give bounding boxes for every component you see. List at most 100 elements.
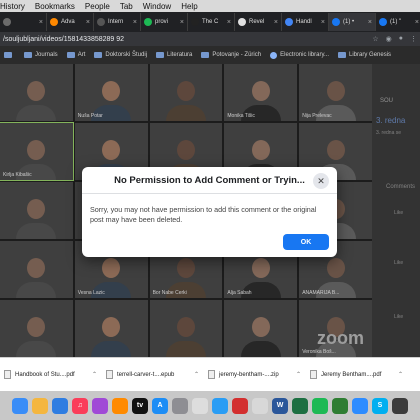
zoom-icon[interactable]: [352, 397, 368, 414]
tab-favicon-icon: [238, 18, 246, 26]
tab-close-icon[interactable]: ×: [368, 19, 372, 26]
acrobat-icon[interactable]: [232, 397, 248, 414]
url-text[interactable]: /souljubljani/videos/1581433858289 92: [3, 36, 124, 43]
tab-label: Revel: [249, 19, 265, 25]
skype-icon[interactable]: S: [372, 397, 388, 414]
tab-favicon-icon: [285, 18, 293, 26]
profile-icon[interactable]: ●: [399, 35, 403, 43]
browser-tab[interactable]: The C ×: [188, 13, 235, 31]
podcasts-icon[interactable]: [92, 397, 108, 414]
tab-label: Intern: [108, 19, 124, 25]
bookmark-item[interactable]: [4, 52, 15, 58]
terminal-icon[interactable]: [252, 397, 268, 414]
tab-close-icon[interactable]: ×: [321, 19, 325, 26]
close-icon: ✕: [317, 175, 325, 186]
chevron-up-icon[interactable]: ⌃: [296, 371, 304, 378]
tv-icon[interactable]: tv: [132, 397, 148, 414]
appstore-icon[interactable]: A: [152, 397, 168, 414]
tab-close-icon[interactable]: ×: [180, 19, 184, 26]
dialog-title: No Permission to Add Comment or Tryin...: [82, 167, 337, 194]
dialog-message: Sorry, you may not have permission to ad…: [90, 205, 317, 224]
bookmark-item[interactable]: Potovanje - Zürich: [201, 52, 261, 58]
download-filename: Jeremy Bentham....pdf: [321, 371, 382, 378]
browser-tab[interactable]: Adva ×: [47, 13, 94, 31]
address-bar-actions: ☆ ◉ ● ⋮: [372, 35, 420, 43]
menu-history[interactable]: History: [0, 2, 25, 11]
bookmark-label: Doktorski Študij: [105, 52, 148, 58]
menu-bar: History Bookmarks People Tab Window Help: [0, 0, 420, 12]
music-icon[interactable]: ♫: [72, 397, 88, 414]
menu-people[interactable]: People: [85, 2, 110, 11]
bookmark-label: Potovanje - Zürich: [212, 52, 262, 58]
settings-icon[interactable]: [172, 397, 188, 414]
downloads-bar: Handbook of Stu....pdf ⌃ terrell-carver-t.…: [0, 357, 420, 391]
books-icon[interactable]: [112, 397, 128, 414]
folder-icon: [66, 52, 75, 58]
chevron-up-icon[interactable]: ⌃: [194, 371, 202, 378]
tab-close-icon[interactable]: ×: [39, 19, 43, 26]
safari-icon[interactable]: [212, 397, 228, 414]
tab-close-icon[interactable]: ×: [227, 19, 231, 26]
bookmarks-bar: Journals Art Doktorski Študij Literatura Pot…: [0, 46, 420, 64]
tab-favicon-icon: [50, 18, 58, 26]
folder-icon: [156, 52, 165, 58]
tab-label: The C: [202, 19, 219, 25]
tab-label: provi: [155, 19, 169, 25]
extension-icon[interactable]: ◉: [386, 35, 392, 43]
file-icon: [310, 370, 317, 379]
bitdefender-icon[interactable]: [392, 397, 408, 414]
word-icon[interactable]: W: [272, 397, 288, 414]
tab-label: Adva: [61, 19, 75, 25]
bookmark-label: Literatura: [167, 52, 193, 58]
menu-window[interactable]: Window: [143, 2, 171, 11]
mail-icon[interactable]: [52, 397, 68, 414]
menu-tab[interactable]: Tab: [120, 2, 133, 11]
menu-bookmarks[interactable]: Bookmarks: [35, 2, 75, 11]
tab-close-icon[interactable]: ×: [86, 19, 90, 26]
download-item[interactable]: jeremy-bentham-....zip ⌃: [208, 370, 304, 379]
download-item[interactable]: Jeremy Bentham....pdf ⌃: [310, 370, 406, 379]
tab-close-icon[interactable]: ×: [133, 19, 137, 26]
tab-close-icon[interactable]: ×: [274, 19, 278, 26]
chevron-up-icon[interactable]: ⌃: [92, 371, 100, 378]
tab-favicon-icon: [191, 18, 199, 26]
finder-icon[interactable]: [12, 397, 28, 414]
spotify-icon[interactable]: [312, 397, 328, 414]
browser-tab[interactable]: (1) " ×: [376, 13, 420, 31]
download-filename: terrell-carver-t....epub: [117, 371, 175, 378]
bookmark-item[interactable]: Journals: [24, 52, 58, 58]
folder-icon: [338, 52, 347, 58]
tab-close-icon[interactable]: ×: [415, 19, 419, 26]
browser-tab[interactable]: Intern ×: [94, 13, 141, 31]
download-item[interactable]: Handbook of Stu....pdf ⌃: [4, 370, 100, 379]
download-filename: jeremy-bentham-....zip: [219, 371, 279, 378]
site-icon: [270, 51, 278, 59]
tab-favicon-icon: [97, 18, 105, 26]
download-item[interactable]: terrell-carver-t....epub ⌃: [106, 370, 202, 379]
tab-favicon-icon: [332, 18, 340, 26]
bookmark-item[interactable]: Library Genesis: [338, 52, 391, 58]
bookmark-item[interactable]: Doktorski Študij: [94, 52, 147, 58]
ok-button[interactable]: OK: [283, 234, 329, 250]
chrome-icon[interactable]: [192, 397, 208, 414]
browser-tab[interactable]: Handl ×: [282, 13, 329, 31]
close-button[interactable]: ✕: [313, 173, 329, 189]
browser-tab[interactable]: (1) • ×: [329, 13, 376, 31]
excel-icon[interactable]: [292, 397, 308, 414]
browser-tab[interactable]: ×: [0, 13, 47, 31]
chevron-up-icon[interactable]: ⌃: [398, 371, 406, 378]
menu-help[interactable]: Help: [181, 2, 197, 11]
bookmark-item[interactable]: Electronic library...: [270, 51, 329, 59]
star-icon[interactable]: ☆: [372, 35, 378, 43]
file-icon: [4, 370, 11, 379]
folder-icon: [4, 52, 12, 58]
vivaldi-icon[interactable]: [332, 397, 348, 414]
bookmark-item[interactable]: Art: [66, 52, 85, 58]
browser-tab[interactable]: provi ×: [141, 13, 188, 31]
bookmark-item[interactable]: Literatura: [156, 52, 192, 58]
menu-dots-icon[interactable]: ⋮: [410, 35, 417, 43]
file-icon: [106, 370, 113, 379]
browser-tab[interactable]: Revel ×: [235, 13, 282, 31]
photos-icon[interactable]: [32, 397, 48, 414]
address-bar[interactable]: /souljubljani/videos/1581433858289 92 ☆ …: [0, 32, 420, 46]
